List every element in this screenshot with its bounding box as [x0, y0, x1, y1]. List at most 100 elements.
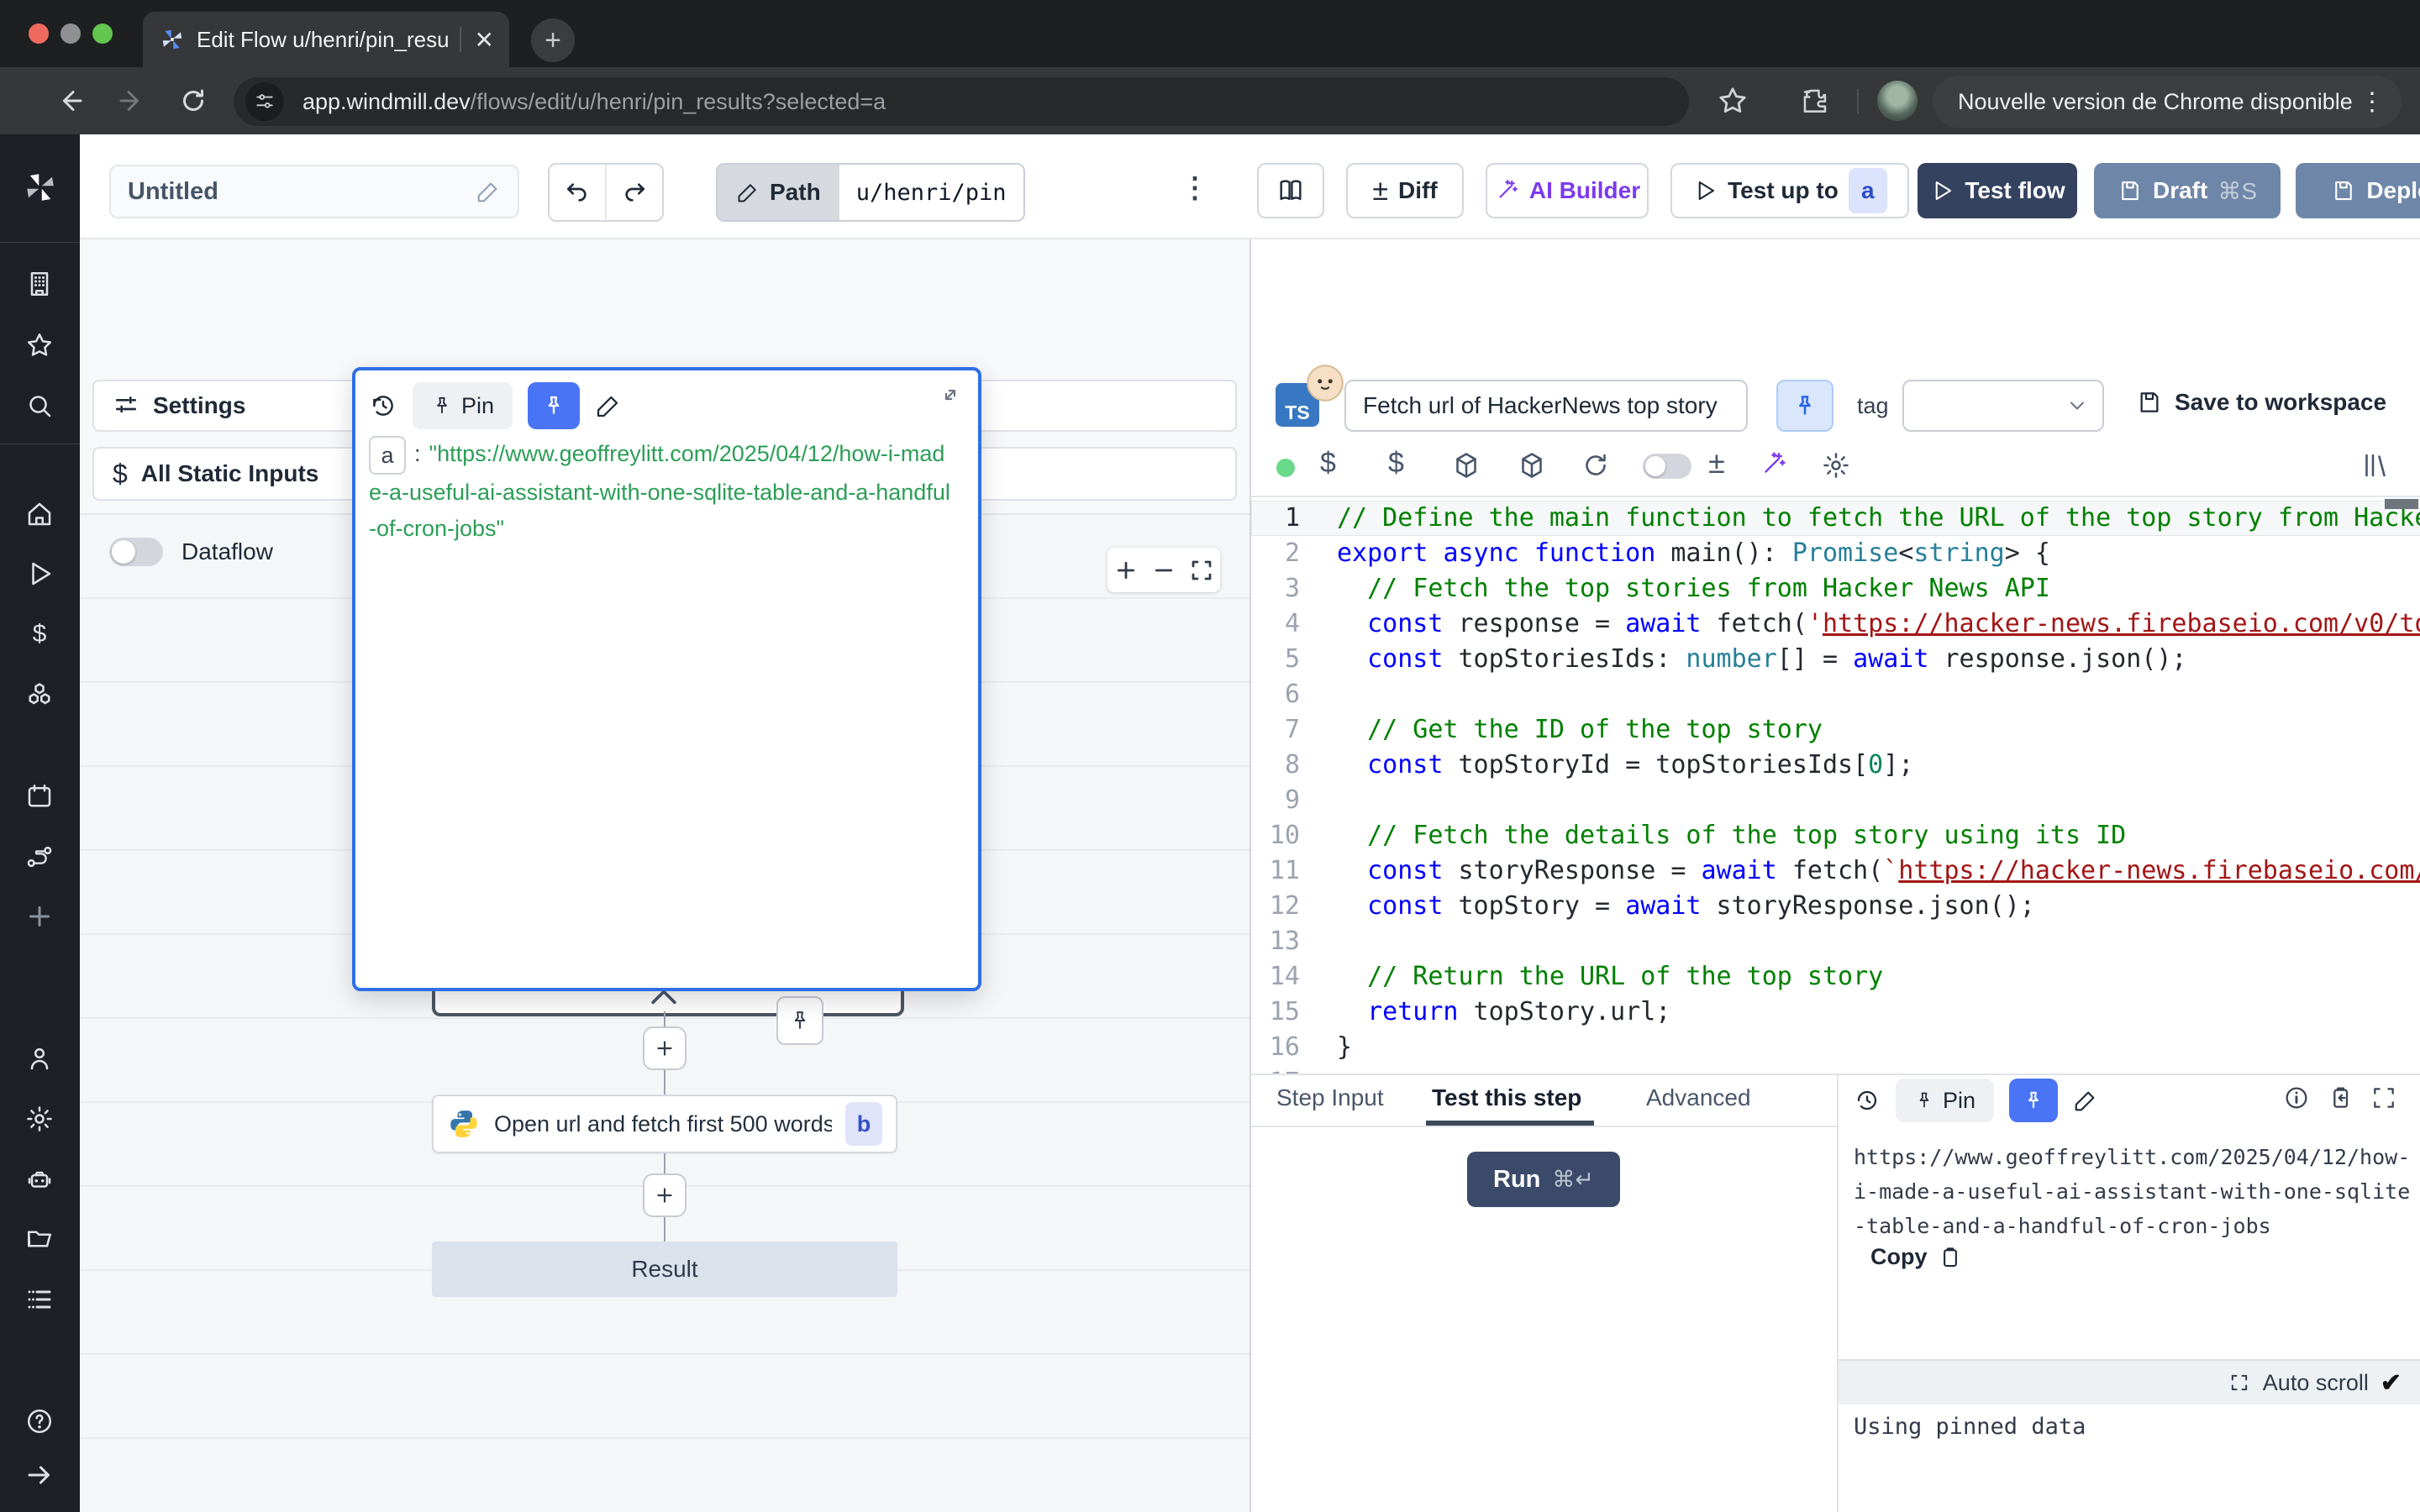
traffic-light-zoom[interactable]: [92, 24, 113, 44]
sidebar-logs-icon[interactable]: [24, 1284, 55, 1315]
undo-button[interactable]: [550, 165, 607, 220]
zoom-in-icon[interactable]: [1113, 558, 1139, 583]
deploy-button[interactable]: Deploy: [2296, 163, 2420, 218]
scrollbar-thumb[interactable]: [2385, 499, 2418, 509]
tag-select[interactable]: [1902, 380, 2104, 432]
code-editor[interactable]: 1// Define the main function to fetch th…: [1251, 497, 2420, 1075]
run-button[interactable]: Run ⌘↵: [1467, 1152, 1620, 1207]
more-options-button[interactable]: ⋮: [1181, 171, 1209, 205]
copy-button[interactable]: Copy: [1870, 1244, 1963, 1270]
extensions-icon[interactable]: [1798, 84, 1832, 118]
expand-popup-button[interactable]: [938, 382, 963, 407]
windmill-logo-icon[interactable]: [23, 170, 58, 205]
sidebar-add-icon[interactable]: [24, 901, 55, 932]
edit-name-icon[interactable]: [476, 179, 501, 204]
step-node-b[interactable]: Open url and fetch first 500 words of ..…: [432, 1095, 897, 1153]
editor-toggle[interactable]: [1643, 454, 1691, 479]
docs-button[interactable]: [1257, 163, 1324, 218]
test-up-to-button[interactable]: Test up to a: [1670, 163, 1909, 218]
sidebar-workers-icon[interactable]: [24, 1165, 55, 1195]
package-icon[interactable]: [1517, 450, 1547, 480]
expand-logs-icon[interactable]: [2228, 1371, 2251, 1394]
omnibox[interactable]: app.windmill.dev/flows/edit/u/henri/pin_…: [234, 77, 1689, 126]
flow-graph-panel: Settings $ All Static Inputs Dataflow: [80, 239, 1249, 1512]
editor-settings-icon[interactable]: [1821, 450, 1851, 480]
tab-advanced[interactable]: Advanced: [1646, 1084, 1751, 1111]
add-step-button[interactable]: [643, 1026, 687, 1070]
add-step-button[interactable]: [643, 1173, 687, 1217]
run-shortcut: ⌘↵: [1552, 1167, 1594, 1193]
edit-pin-button[interactable]: [2073, 1088, 2098, 1113]
edit-pin-button[interactable]: [595, 392, 622, 419]
dataflow-toggle[interactable]: [109, 538, 163, 566]
tab-close-icon[interactable]: ✕: [475, 26, 494, 54]
ai-builder-button[interactable]: AI Builder: [1486, 163, 1649, 218]
package-icon[interactable]: [1451, 450, 1481, 480]
diff-button[interactable]: ± Diff: [1346, 163, 1464, 218]
sidebar-schedules-icon[interactable]: [24, 781, 55, 811]
sidebar-flows-icon[interactable]: [24, 842, 55, 872]
step-title-input[interactable]: [1344, 380, 1748, 432]
chrome-update-button[interactable]: Nouvelle version de Chrome disponible ⋮: [1933, 76, 2402, 128]
info-icon[interactable]: [2283, 1084, 2310, 1111]
fullscreen-icon[interactable]: [2370, 1084, 2397, 1111]
path-selector[interactable]: Path u/henri/pin: [716, 163, 1025, 222]
app-root: $ Untitled: [0, 134, 2420, 1512]
new-tab-button[interactable]: +: [531, 18, 575, 62]
sidebar-workspace-icon[interactable]: [24, 269, 55, 299]
diff-icon[interactable]: ±: [1708, 445, 1725, 480]
draft-shortcut: ⌘S: [2217, 177, 2257, 205]
pin-active-button[interactable]: [2009, 1079, 2058, 1122]
history-button[interactable]: [369, 391, 397, 420]
pinned-indicator-button[interactable]: [1776, 380, 1833, 432]
chrome-menu-icon[interactable]: ⋮: [2360, 87, 2385, 117]
node-pin-badge[interactable]: [776, 996, 823, 1045]
autoscroll-check-icon[interactable]: ✔: [2381, 1368, 2402, 1398]
test-flow-button[interactable]: Test flow: [1918, 163, 2077, 218]
browser-tab[interactable]: Edit Flow u/henri/pin_results ✕: [143, 12, 509, 67]
fit-view-icon[interactable]: [1189, 558, 1214, 583]
traffic-light-minimize[interactable]: [60, 24, 81, 44]
pin-active-button[interactable]: [528, 382, 580, 429]
history-button[interactable]: [1854, 1087, 1881, 1114]
reset-icon[interactable]: [1581, 450, 1611, 480]
forward-button[interactable]: [116, 86, 146, 116]
sidebar-folders-icon[interactable]: [24, 1224, 55, 1254]
library-panel-icon[interactable]: [2360, 450, 2391, 480]
zoom-out-icon[interactable]: [1151, 558, 1176, 583]
tabs-divider: [1251, 1126, 1838, 1127]
deploy-label: Deploy: [2366, 177, 2420, 204]
sidebar-expand-icon[interactable]: [24, 1460, 55, 1490]
pin-label: Pin: [1943, 1088, 1975, 1114]
resources-icon[interactable]: $: [1388, 447, 1404, 480]
sidebar-users-icon[interactable]: [24, 1043, 55, 1074]
sidebar-home-icon[interactable]: [24, 499, 55, 529]
sidebar-runs-icon[interactable]: [24, 559, 55, 589]
flow-name-input[interactable]: Untitled: [109, 165, 519, 218]
sidebar-search-icon[interactable]: [24, 391, 55, 421]
sidebar-help-icon[interactable]: [24, 1406, 55, 1436]
site-info-button[interactable]: [245, 82, 284, 121]
draft-button[interactable]: Draft ⌘S: [2094, 163, 2281, 218]
pin-toggle-button[interactable]: Pin: [413, 382, 513, 429]
bookmark-star-icon[interactable]: [1716, 84, 1749, 118]
sidebar-settings-icon[interactable]: [24, 1104, 55, 1134]
redo-button[interactable]: [607, 165, 662, 220]
copy-result-icon[interactable]: [2327, 1084, 2354, 1111]
play-icon: [1692, 178, 1718, 203]
sidebar-resources-icon[interactable]: [24, 680, 55, 711]
result-node[interactable]: Result: [432, 1242, 897, 1297]
ai-assistant-icon[interactable]: [1759, 450, 1787, 479]
python-icon: [447, 1107, 481, 1141]
avatar[interactable]: [1877, 81, 1918, 121]
sidebar-variables-icon[interactable]: $: [24, 619, 55, 649]
back-button[interactable]: [55, 86, 86, 116]
pin-toggle-button[interactable]: Pin: [1896, 1079, 1994, 1122]
reload-button[interactable]: [178, 86, 208, 116]
traffic-light-close[interactable]: [29, 24, 49, 44]
sidebar-favorites-icon[interactable]: [24, 330, 55, 360]
tab-test-this-step[interactable]: Test this step: [1432, 1084, 1581, 1111]
variables-icon[interactable]: $: [1320, 447, 1336, 480]
tab-step-input[interactable]: Step Input: [1276, 1084, 1384, 1111]
save-to-workspace-button[interactable]: Save to workspace: [2136, 389, 2386, 416]
